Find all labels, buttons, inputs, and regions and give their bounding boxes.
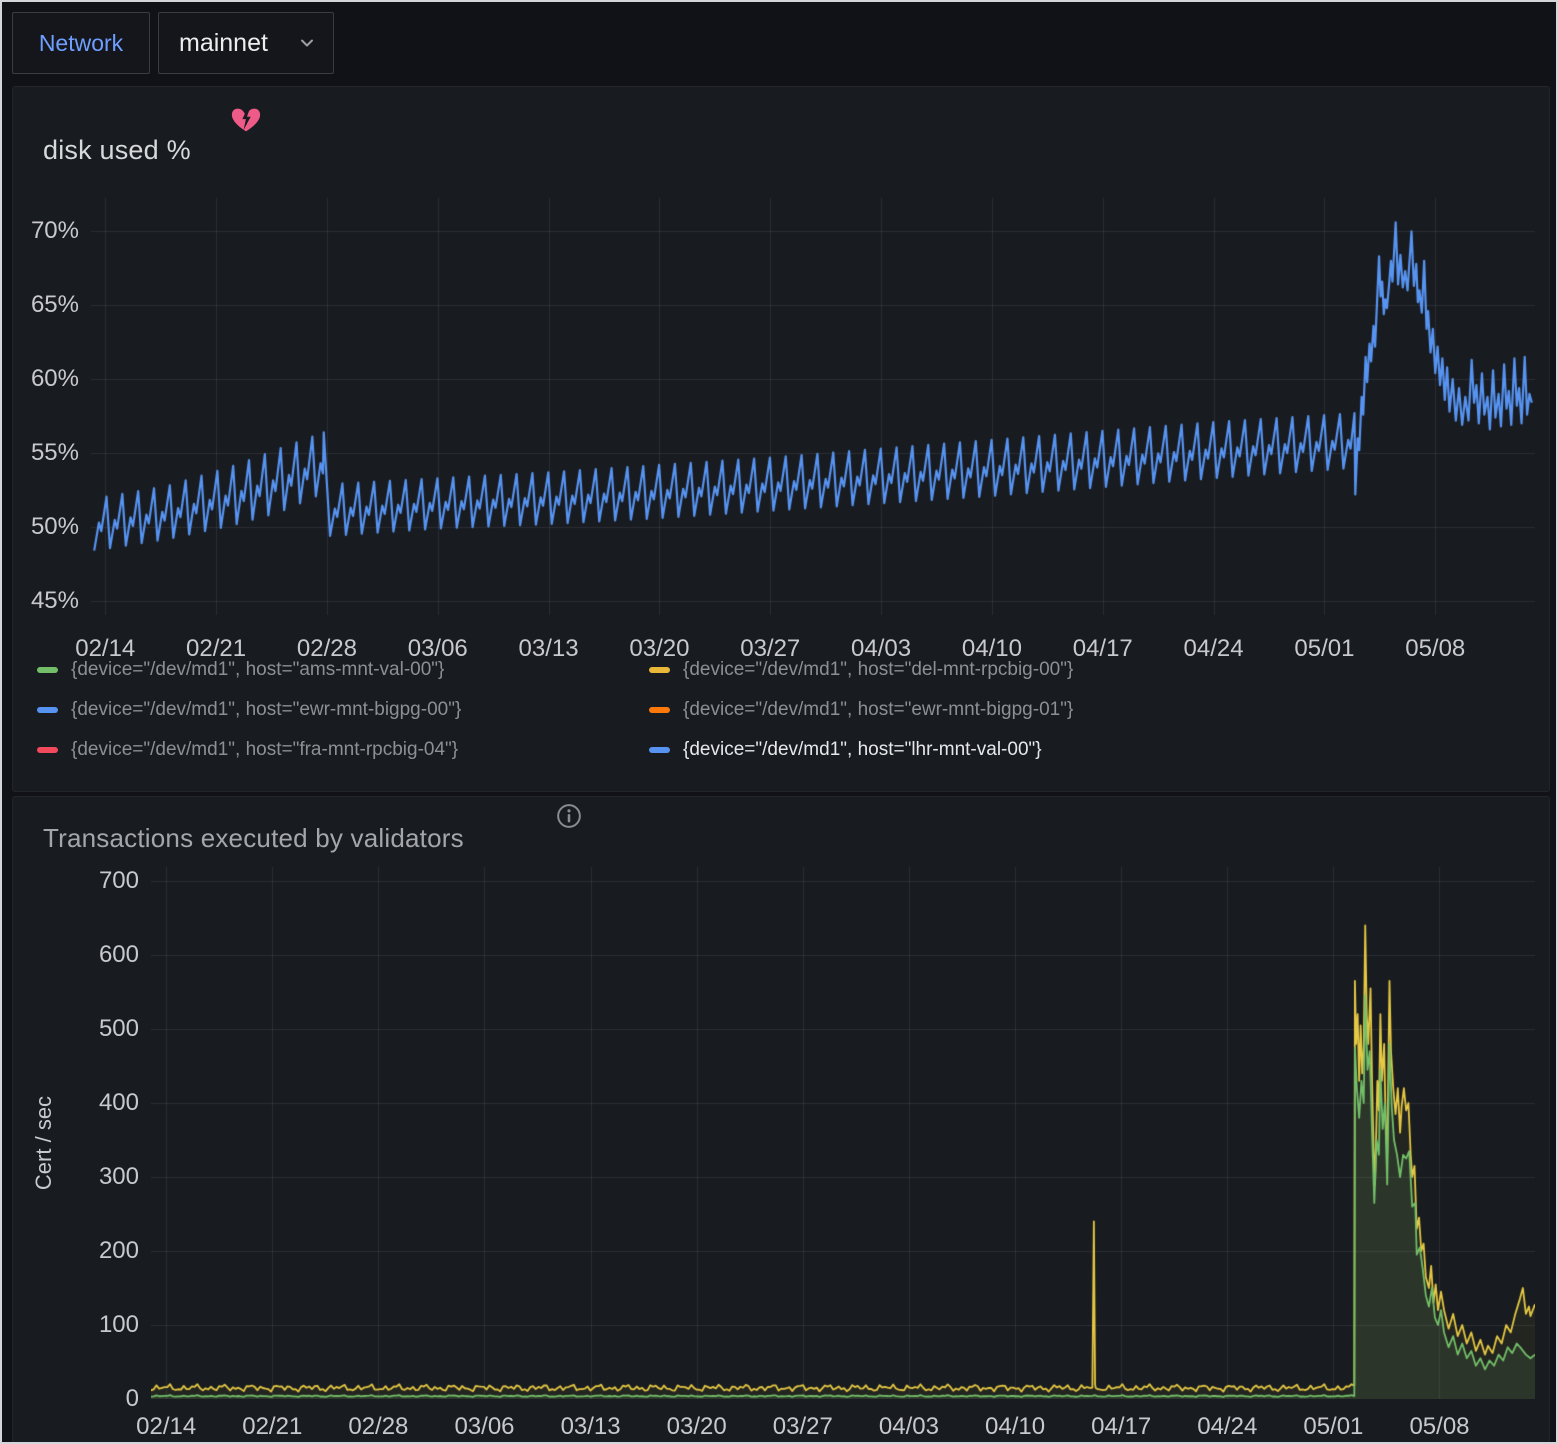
y-axis-label: Cert / sec: [31, 993, 59, 1293]
legend-label: {device="/dev/md1", host="fra-mnt-rpcbig…: [71, 739, 458, 761]
y-tick-label: 200: [65, 1237, 139, 1265]
network-variable-label[interactable]: Network: [12, 12, 150, 74]
x-tick-label: 05/01: [1264, 635, 1384, 663]
transactions-panel: Transactions executed by validators Cert…: [12, 796, 1550, 1444]
x-tick-label: 04/17: [1061, 1413, 1181, 1441]
disk-used-panel: disk used % 45%50%55%60%65%70%02/1402/21…: [12, 86, 1550, 792]
transactions-chart: Cert / sec 010020030040050060070002/1402…: [13, 797, 1549, 1444]
x-tick-label: 05/08: [1379, 1413, 1499, 1441]
series-color-marker: [37, 707, 58, 713]
y-tick-label: 45%: [9, 587, 79, 615]
network-variable-value: mainnet: [179, 29, 268, 58]
x-tick-label: 03/06: [424, 1413, 544, 1441]
legend-item-lhr-mnt-val-00[interactable]: {device="/dev/md1", host="lhr-mnt-val-00…: [649, 739, 1073, 761]
x-tick-label: 03/20: [637, 1413, 757, 1441]
legend-label: {device="/dev/md1", host="ewr-mnt-bigpg-…: [71, 699, 461, 721]
y-tick-label: 70%: [9, 217, 79, 245]
x-tick-label: 03/27: [743, 1413, 863, 1441]
disk-used-chart-canvas[interactable]: [91, 198, 1535, 615]
legend-item-fra-mnt-rpcbig-04[interactable]: {device="/dev/md1", host="fra-mnt-rpcbig…: [37, 739, 649, 761]
x-tick-label: 02/14: [106, 1413, 226, 1441]
legend-label: {device="/dev/md1", host="lhr-mnt-val-00…: [683, 739, 1042, 761]
legend-item-ewr-mnt-bigpg-01[interactable]: {device="/dev/md1", host="ewr-mnt-bigpg-…: [649, 699, 1073, 721]
x-tick-label: 04/24: [1167, 1413, 1287, 1441]
x-tick-label: 05/01: [1273, 1413, 1393, 1441]
network-variable-label-text: Network: [39, 30, 123, 57]
x-tick-label: 02/21: [212, 1413, 332, 1441]
x-tick-label: 04/24: [1154, 635, 1274, 663]
series-color-marker: [649, 747, 670, 753]
y-tick-label: 0: [65, 1385, 139, 1413]
transactions-chart-canvas[interactable]: [151, 867, 1535, 1399]
legend-label: {device="/dev/md1", host="ewr-mnt-bigpg-…: [683, 699, 1073, 721]
chevron-down-icon: [297, 33, 317, 53]
series-color-marker: [37, 747, 58, 753]
y-tick-label: 500: [65, 1015, 139, 1043]
legend-label: {device="/dev/md1", host="del-mnt-rpcbig…: [683, 659, 1073, 681]
disk-chart-legend: {device="/dev/md1", host="ams-mnt-val-00…: [37, 659, 1073, 761]
series-color-marker: [649, 707, 670, 713]
x-tick-label: 02/28: [318, 1413, 438, 1441]
legend-item-ams-mnt-val-00[interactable]: {device="/dev/md1", host="ams-mnt-val-00…: [37, 659, 649, 681]
series-color-marker: [37, 667, 58, 673]
network-variable-select[interactable]: mainnet: [158, 12, 334, 74]
y-tick-label: 400: [65, 1089, 139, 1117]
x-tick-label: 04/10: [955, 1413, 1075, 1441]
legend-label: {device="/dev/md1", host="ams-mnt-val-00…: [71, 659, 444, 681]
y-tick-label: 65%: [9, 291, 79, 319]
variable-bar: Network mainnet: [2, 2, 1556, 84]
series-color-marker: [649, 667, 670, 673]
y-tick-label: 600: [65, 941, 139, 969]
y-tick-label: 300: [65, 1163, 139, 1191]
legend-item-del-mnt-rpcbig-00[interactable]: {device="/dev/md1", host="del-mnt-rpcbig…: [649, 659, 1073, 681]
x-tick-label: 03/13: [531, 1413, 651, 1441]
grafana-dashboard: Network mainnet disk used % 45%50%55%60%…: [0, 0, 1558, 1444]
y-tick-label: 100: [65, 1311, 139, 1339]
y-tick-label: 50%: [9, 513, 79, 541]
y-tick-label: 55%: [9, 439, 79, 467]
x-tick-label: 04/03: [849, 1413, 969, 1441]
y-tick-label: 60%: [9, 365, 79, 393]
legend-item-ewr-mnt-bigpg-00[interactable]: {device="/dev/md1", host="ewr-mnt-bigpg-…: [37, 699, 649, 721]
x-tick-label: 05/08: [1375, 635, 1495, 663]
y-tick-label: 700: [65, 867, 139, 895]
